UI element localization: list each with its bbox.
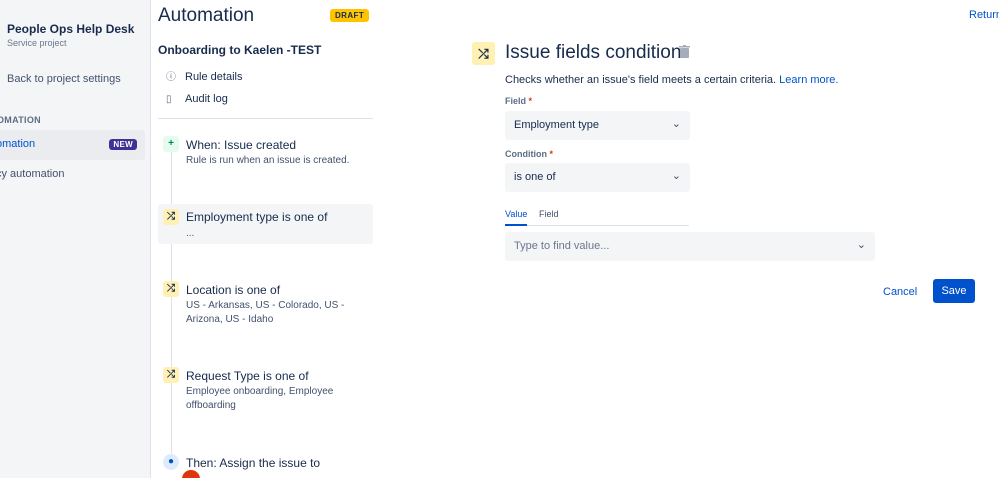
tab-value[interactable]: Value <box>505 209 528 226</box>
condition-editor: Return ⤮ Issue fields condition Checks w… <box>381 0 999 478</box>
save-button[interactable]: Save <box>933 279 975 303</box>
condition-select[interactable]: is one of ⌄ <box>505 163 690 192</box>
field-label: Field * <box>505 96 532 106</box>
condition-label: Condition * <box>505 149 553 159</box>
divider <box>158 118 373 119</box>
sidebar-item-legacy-automation[interactable]: cy automation <box>0 160 145 190</box>
rule-component-employment-type[interactable]: ⤮ Employment type is one of ... <box>158 204 373 244</box>
chevron-down-icon: ⌄ <box>671 118 681 130</box>
component-title: Location is one of <box>186 283 281 297</box>
component-title: When: Issue created <box>186 138 297 152</box>
component-description: US - Arkansas, US - Colorado, US - Arizo… <box>186 300 345 325</box>
value-search-select[interactable]: Type to find value... ⌄ <box>505 232 875 261</box>
rule-component-trigger[interactable]: + When: Issue created Rule is run when a… <box>158 130 373 175</box>
info-icon: ⓘ <box>166 72 176 83</box>
field-select[interactable]: Employment type ⌄ <box>505 111 690 140</box>
rule-panel: Automation DRAFT Onboarding to Kaelen -T… <box>152 0 380 478</box>
person-icon: ● <box>163 454 179 470</box>
editor-description: Checks whether an issue's field meets a … <box>505 74 838 86</box>
rule-name: Onboarding to Kaelen -TEST <box>158 43 322 57</box>
rule-component-location[interactable]: ⤮ Location is one of US - Arkansas, US -… <box>158 278 373 328</box>
tab-field[interactable]: Field <box>539 209 559 226</box>
page-title: Automation <box>158 5 255 26</box>
new-badge: NEW <box>109 139 137 150</box>
trash-icon[interactable] <box>679 45 691 59</box>
document-icon: ▯ <box>166 94 172 105</box>
status-badge: DRAFT <box>330 9 370 22</box>
field-select-value: Employment type <box>514 119 599 131</box>
condition-select-value: is one of <box>514 171 556 183</box>
project-type: Service project <box>7 38 67 48</box>
rule-details-link[interactable]: ⓘ Rule details <box>166 68 242 88</box>
branch-icon: ⤮ <box>472 42 495 65</box>
branch-icon: ⤮ <box>163 367 179 383</box>
project-sidebar: People Ops Help Desk Service project Bac… <box>0 0 151 478</box>
component-title: Then: Assign the issue to <box>186 456 321 470</box>
back-to-project-settings-link[interactable]: Back to project settings <box>7 73 121 85</box>
sidebar-section-heading: OMATION <box>0 115 41 125</box>
return-link[interactable]: Return <box>969 9 999 21</box>
condition-label-text: Condition <box>505 149 547 159</box>
value-search-placeholder: Type to find value... <box>514 240 610 252</box>
chevron-down-icon: ⌄ <box>671 170 681 182</box>
rule-component-request-type[interactable]: ⤮ Request Type is one of Employee onboar… <box>158 364 373 414</box>
plus-icon: + <box>163 136 179 152</box>
field-label-text: Field <box>505 96 527 106</box>
required-marker: * <box>549 149 554 159</box>
cancel-button[interactable]: Cancel <box>883 281 917 303</box>
chevron-down-icon: ⌄ <box>856 239 866 251</box>
component-description: Employee onboarding, Employee offboardin… <box>186 386 334 411</box>
editor-title: Issue fields condition <box>505 42 682 63</box>
project-name[interactable]: People Ops Help Desk <box>7 22 134 36</box>
branch-icon: ⤮ <box>163 209 179 225</box>
rule-details-label: Rule details <box>185 71 243 83</box>
component-title: Request Type is one of <box>186 369 309 383</box>
component-description: ... <box>186 228 195 239</box>
audit-log-label: Audit log <box>185 93 228 105</box>
component-title: Employment type is one of <box>186 210 328 224</box>
sidebar-item-label: omation <box>0 138 36 150</box>
branch-icon: ⤮ <box>163 281 179 297</box>
audit-log-link[interactable]: ▯ Audit log <box>166 93 228 113</box>
description-text: Checks whether an issue's field meets a … <box>505 74 777 86</box>
sidebar-item-automation[interactable]: omation NEW <box>0 130 145 160</box>
sidebar-item-label: cy automation <box>0 168 65 180</box>
value-field-tabs: Value Field <box>505 209 689 226</box>
component-description: Rule is run when an issue is created. <box>186 155 350 166</box>
learn-more-link[interactable]: Learn more. <box>779 74 838 86</box>
required-marker: * <box>528 96 533 106</box>
